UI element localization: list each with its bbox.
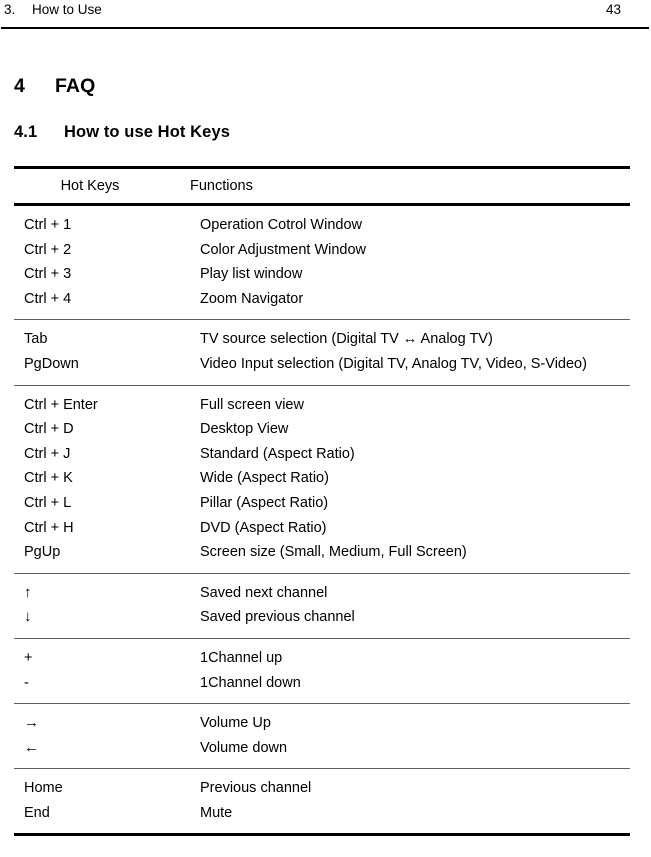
page-number: 43 xyxy=(605,2,621,17)
table-group: Home Previous channel End Mute xyxy=(14,769,630,833)
cell-function: DVD (Aspect Ratio) xyxy=(200,519,327,536)
cell-hot-keys: Ctrl + 3 xyxy=(24,266,72,283)
table-row: PgUp Screen size (Small, Medium, Full Scr… xyxy=(14,540,630,565)
table-row: Ctrl + K Wide (Aspect Ratio) xyxy=(14,466,630,491)
table-group: Ctrl + Enter Full screen view Ctrl + D Desk… xyxy=(14,386,630,573)
column-header-hot-keys: Hot Keys xyxy=(60,178,120,194)
chapter-title: FAQ xyxy=(55,75,96,97)
cell-function: Operation Cotrol Window xyxy=(200,217,362,233)
table-group: ↑ Saved next channel ↓ Saved previous chann… xyxy=(14,574,630,638)
cell-hot-keys: Ctrl + Enter xyxy=(24,396,98,413)
table-row: Ctrl + Enter Full screen view xyxy=(14,393,630,418)
cell-function: Mute xyxy=(200,804,233,821)
cell-hot-keys: Ctrl + 2 xyxy=(24,241,72,258)
cell-function: Volume Up xyxy=(200,715,271,732)
table-row: Ctrl + D Desktop View xyxy=(14,417,630,442)
cell-hot-keys: ← xyxy=(24,738,39,756)
cell-hot-keys: PgUp xyxy=(24,544,61,561)
table-row: Tab TV source selection (Digital TV ↔ Ana… xyxy=(14,327,630,352)
section-heading: 4.1 How to use Hot Keys xyxy=(14,123,651,142)
table-body: Ctrl + 1 Operation Cotrol Window Ctrl + 2C… xyxy=(14,206,630,837)
cell-function: Previous channel xyxy=(200,780,312,797)
table-row: Ctrl + 1 Operation Cotrol Window xyxy=(14,213,630,238)
cell-function: Desktop View xyxy=(200,421,289,438)
cell-hot-keys: Tab xyxy=(24,331,48,348)
table-row: Ctrl + 3 Play list window xyxy=(14,262,630,287)
cell-hot-keys: PgDown xyxy=(24,355,79,372)
column-header-functions: Functions xyxy=(190,178,253,194)
cell-hot-keys: ↓ xyxy=(24,608,32,626)
section-number: 4.1 xyxy=(14,123,38,141)
table-group: Tab TV source selection (Digital TV ↔ Ana… xyxy=(14,320,630,384)
cell-function: Pillar (Aspect Ratio) xyxy=(200,494,329,511)
cell-hot-keys: End xyxy=(24,804,50,821)
cell-function: Zoom Navigator xyxy=(200,290,304,307)
cell-hot-keys: Ctrl + L xyxy=(24,494,72,511)
cell-function: Play list window xyxy=(200,266,303,283)
table-row: Ctrl + L Pillar (Aspect Ratio) xyxy=(14,491,630,516)
table-row: Ctrl + 4 Zoom Navigator xyxy=(14,287,630,312)
cell-function: Saved next channel xyxy=(200,584,328,601)
cell-hot-keys: Ctrl + H xyxy=(24,519,74,536)
cell-hot-keys: Home xyxy=(24,780,63,797)
cell-hot-keys: ↑ xyxy=(24,583,32,601)
cell-function: 1Channel down xyxy=(200,674,301,691)
hot-keys-table: Hot Keys Functions Ctrl + 1 Operation Cot… xyxy=(14,166,630,837)
table-row: ↓ Saved previous channel xyxy=(14,605,630,630)
table-row: ← Volume down xyxy=(14,736,630,761)
running-header-section-number: 3. xyxy=(4,2,16,17)
table-row: Ctrl + H DVD (Aspect Ratio) xyxy=(14,516,630,541)
running-header-section-title: How to Use xyxy=(32,2,102,17)
chapter-heading: 4 FAQ xyxy=(14,75,651,98)
table-row: End Mute xyxy=(14,801,630,826)
table-row: Ctrl + 2 Color Adjustment Window xyxy=(14,238,630,263)
cell-hot-keys: Ctrl + J xyxy=(24,445,71,462)
cell-hot-keys: → xyxy=(24,714,39,732)
chapter-number: 4 xyxy=(14,75,25,97)
table-row: ↑ Saved next channel xyxy=(14,581,630,606)
table-header-row: Hot Keys Functions xyxy=(14,169,630,203)
cell-hot-keys: Ctrl + 4 xyxy=(24,290,72,307)
cell-hot-keys: Ctrl + 1 xyxy=(24,217,72,233)
page-running-header: 3. How to Use 43 xyxy=(0,0,651,26)
cell-function: 1Channel up xyxy=(200,649,283,666)
table-row: Ctrl + J Standard (Aspect Ratio) xyxy=(14,442,630,467)
cell-function: Screen size (Small, Medium, Full Screen) xyxy=(200,544,467,561)
cell-function: Standard (Aspect Ratio) xyxy=(200,445,355,462)
table-group: Ctrl + 1 Operation Cotrol Window Ctrl + 2C… xyxy=(14,206,630,319)
table-row: +1Channel up xyxy=(14,646,630,671)
table-group: → Volume Up ← Volume down xyxy=(14,704,630,768)
table-bottom-rule xyxy=(14,833,630,837)
cell-hot-keys: - xyxy=(24,674,29,691)
cell-function: Full screen view xyxy=(200,396,304,413)
cell-function: Volume down xyxy=(200,739,288,756)
cell-hot-keys: Ctrl + K xyxy=(24,470,73,487)
section-title: How to use Hot Keys xyxy=(64,123,231,141)
cell-function: TV source selection (Digital TV ↔ Analog… xyxy=(200,331,493,348)
page-header-divider xyxy=(1,27,649,29)
table-row: → Volume Up xyxy=(14,711,630,736)
cell-function: Saved previous channel xyxy=(200,609,355,626)
table-row: Home Previous channel xyxy=(14,776,630,801)
table-group: +1Channel up - 1Channel down xyxy=(14,639,630,703)
cell-hot-keys: + xyxy=(24,649,33,666)
running-header-left: 3. How to Use xyxy=(4,0,102,19)
table-row: - 1Channel down xyxy=(14,671,630,696)
table-row: PgDown Video Input selection (Digital TV,… xyxy=(14,352,630,377)
cell-function: Color Adjustment Window xyxy=(200,241,367,258)
cell-function: Video Input selection (Digital TV, Analo… xyxy=(200,355,587,372)
cell-hot-keys: Ctrl + D xyxy=(24,421,74,438)
cell-function: Wide (Aspect Ratio) xyxy=(200,470,329,487)
